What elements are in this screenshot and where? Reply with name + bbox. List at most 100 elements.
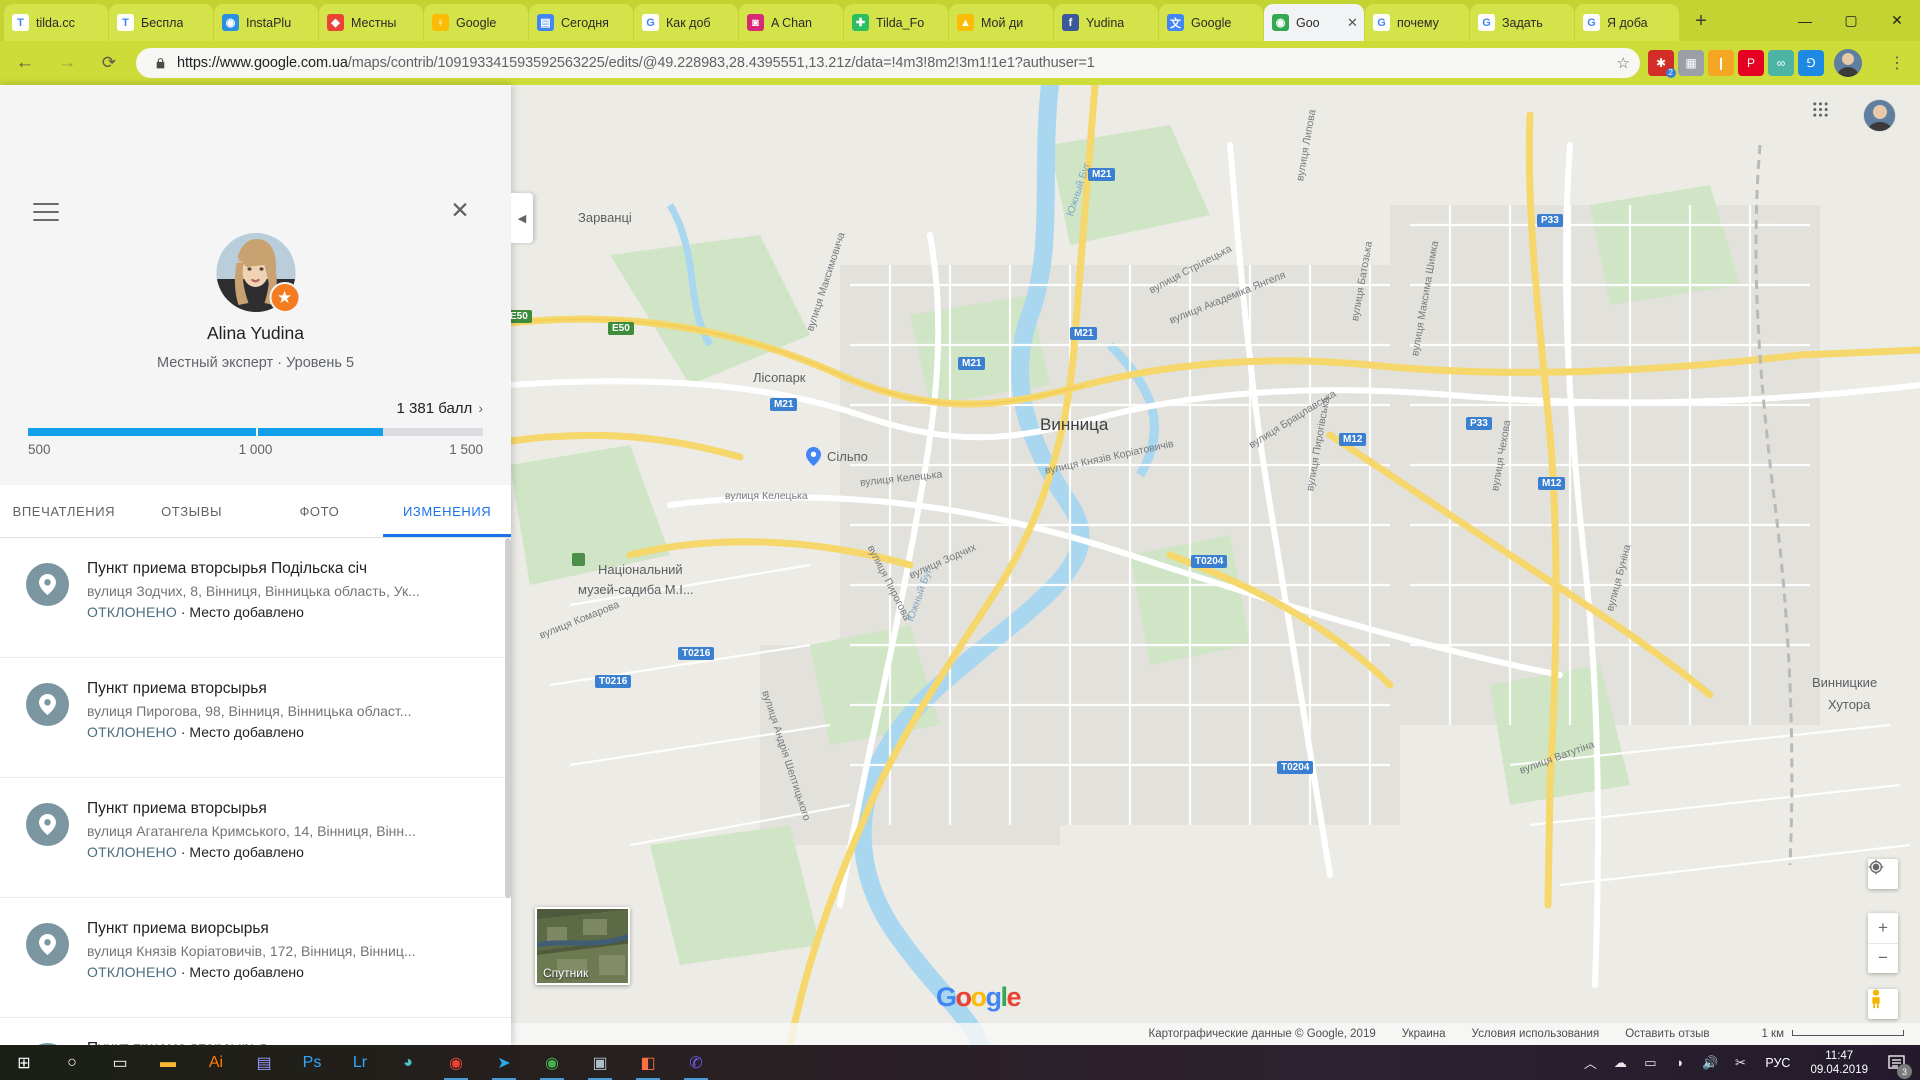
panel-tab-2[interactable]: ФОТО <box>256 485 384 537</box>
panel-scrollbar[interactable] <box>505 538 511 1045</box>
bookmark-star-icon[interactable]: ☆ <box>1609 54 1630 72</box>
docs-icon: ▤ <box>537 14 554 31</box>
notification-center-button[interactable]: 3 <box>1878 1045 1914 1080</box>
pegman-button[interactable] <box>1868 989 1898 1019</box>
attribution-link[interactable]: Оставить отзыв <box>1625 1028 1709 1040</box>
map-road-shield: M12 <box>1339 433 1367 446</box>
avatar[interactable]: ★ <box>216 233 300 313</box>
chrome-canary[interactable]: ◉ <box>528 1045 576 1080</box>
instaplus-icon: ◉ <box>222 14 239 31</box>
back-button[interactable]: ← <box>8 46 42 80</box>
panel-tab-3[interactable]: ИЗМЕНЕНИЯ <box>383 485 511 537</box>
adobe-illustrator[interactable]: Ai <box>192 1045 240 1080</box>
attribution-link[interactable]: Картографические данные © Google, 2019 <box>1149 1028 1376 1040</box>
adobe-lightroom[interactable]: Lr <box>336 1045 384 1080</box>
zoom-out-button[interactable]: − <box>1868 944 1898 974</box>
viber[interactable]: ✆ <box>672 1045 720 1080</box>
paint-app[interactable]: ◕ <box>384 1045 432 1080</box>
battery-icon[interactable]: ▭ <box>1635 1045 1665 1080</box>
panel-tab-1[interactable]: ОТЗЫВЫ <box>128 485 256 537</box>
apps-grid-icon[interactable] <box>1812 101 1846 135</box>
browser-tab-1[interactable]: T Беспла <box>109 4 213 41</box>
dashlane-extension[interactable]: ⅁ <box>1798 50 1824 76</box>
chevron-right-icon: › <box>478 400 483 416</box>
browser-tab-13[interactable]: Gпочему <box>1365 4 1469 41</box>
attribution-link[interactable]: Условия использования <box>1472 1028 1600 1040</box>
browser-tab-15[interactable]: G Я доба <box>1575 4 1679 41</box>
bluetooth-icon[interactable]: ✂ <box>1725 1045 1755 1080</box>
pinterest-extension[interactable]: P <box>1738 50 1764 76</box>
browser-tab-5[interactable]: ▤ Сегодня <box>529 4 633 41</box>
browser-tab-11[interactable]: 文 Google <box>1159 4 1263 41</box>
address-bar[interactable]: https://www.google.com.ua/maps/contrib/1… <box>136 48 1640 78</box>
adblock-extension[interactable]: ▦ <box>1678 50 1704 76</box>
browser-tab-2[interactable]: ◉ InstaPlu <box>214 4 318 41</box>
browser-tab-6[interactable]: G Как доб <box>634 4 738 41</box>
task-view-button[interactable]: ▭ <box>96 1045 144 1080</box>
browser-tab-10[interactable]: f Yudina <box>1054 4 1158 41</box>
list-item[interactable]: Пункт приема вторсырья вулиця Пирогова, 9… <box>0 658 511 778</box>
media-app[interactable]: ◧ <box>624 1045 672 1080</box>
show-hidden-icons[interactable]: ︿ <box>1575 1045 1605 1080</box>
item-status: ОТКЛОНЕНО · Место добавлено <box>87 604 304 620</box>
wifi-icon[interactable]: ◗ <box>1665 1045 1695 1080</box>
map-road-shield: M21 <box>1070 327 1098 340</box>
tab-close-button[interactable]: ✕ <box>1345 15 1360 30</box>
clock[interactable]: 11:47 09.04.2019 <box>1800 1049 1878 1077</box>
browser-tab-12[interactable]: ◉ Goo ✕ <box>1264 4 1364 41</box>
instagram-icon: ◙ <box>747 14 764 31</box>
poi-marker-silpo[interactable] <box>806 447 821 466</box>
browser-menu-button[interactable]: ⋮ <box>1880 46 1914 80</box>
close-panel-button[interactable]: ✕ <box>447 198 473 224</box>
contributions-list[interactable]: Пункт приема вторсырья Подільска січ вули… <box>0 538 511 1045</box>
list-item[interactable]: Пункт приема вторсырья Подільска січ вули… <box>0 538 511 658</box>
zoom-in-button[interactable]: + <box>1868 913 1898 944</box>
points-row[interactable]: 1 381 балл › <box>0 400 511 418</box>
collapse-panel-button[interactable]: ◀ <box>511 193 533 243</box>
list-item[interactable]: Пункт приема вторсырьявулиця Зодчих, 8, … <box>0 1018 511 1045</box>
account-avatar[interactable] <box>1863 99 1896 132</box>
browser-tab-4[interactable]: ♀ Google <box>424 4 528 41</box>
amber-extension[interactable]: ❙ <box>1708 50 1734 76</box>
keep-icon: ♀ <box>432 14 449 31</box>
map-canvas[interactable]: Зарванці Лісопарк Сільпо Винница Національни… <box>510 85 1920 1045</box>
poi-marker-park[interactable] <box>570 563 583 576</box>
maximize-button[interactable]: ▢ <box>1828 0 1874 41</box>
attribution-link[interactable]: Украина <box>1402 1028 1446 1040</box>
adobe-premiere[interactable]: ▤ <box>240 1045 288 1080</box>
adobe-photoshop[interactable]: Ps <box>288 1045 336 1080</box>
panel-tab-0[interactable]: ВПЕЧАТЛЕНИЯ <box>0 485 128 537</box>
place-pin-icon <box>26 563 69 606</box>
start-button[interactable]: ⊞ <box>0 1045 48 1080</box>
photos-app[interactable]: ▣ <box>576 1045 624 1080</box>
browser-tab-7[interactable]: ◙ A Chan <box>739 4 843 41</box>
tab-strip: Ttilda.cc T Беспла ◉ InstaPlu ◆ Местны ♀ Google ▤… <box>0 0 1920 41</box>
profile-avatar-toolbar[interactable] <box>1834 49 1862 77</box>
forward-button[interactable]: → <box>50 46 84 80</box>
my-location-button[interactable] <box>1868 859 1898 889</box>
minimize-button[interactable]: — <box>1782 0 1828 41</box>
satellite-layer-button[interactable]: Спутник <box>535 907 630 985</box>
reload-button[interactable]: ⟳ <box>92 46 126 80</box>
link-extension[interactable]: ∞ <box>1768 50 1794 76</box>
language-indicator[interactable]: РУС <box>1755 1056 1800 1070</box>
browser-tab-0[interactable]: Ttilda.cc <box>4 4 108 41</box>
onedrive-icon[interactable]: ☁ <box>1605 1045 1635 1080</box>
search-button[interactable]: ○ <box>48 1045 96 1080</box>
browser-tab-8[interactable]: ✚ Tilda_Fo <box>844 4 948 41</box>
browser-tab-9[interactable]: ▲ Мой ди <box>949 4 1053 41</box>
lastpass-extension[interactable]: ✱ 2 <box>1648 50 1676 78</box>
volume-icon[interactable]: 🔊 <box>1695 1045 1725 1080</box>
list-item[interactable]: Пункт приема вторсырья вулиця Агатангела … <box>0 778 511 898</box>
google-chrome[interactable]: ◉ <box>432 1045 480 1080</box>
chrome-canary-glyph: ◉ <box>545 1054 559 1072</box>
new-tab-button[interactable]: + <box>1686 7 1716 37</box>
browser-tab-3[interactable]: ◆ Местны <box>319 4 423 41</box>
telegram[interactable]: ➤ <box>480 1045 528 1080</box>
list-item[interactable]: Пункт приема виорсырья вулиця Князів Корі… <box>0 898 511 1018</box>
menu-icon[interactable] <box>33 203 59 227</box>
close-window-button[interactable]: ✕ <box>1874 0 1920 41</box>
browser-tab-14[interactable]: G Задать <box>1470 4 1574 41</box>
zoom-controls[interactable]: + − <box>1868 913 1898 973</box>
file-explorer[interactable]: ▬ <box>144 1045 192 1080</box>
